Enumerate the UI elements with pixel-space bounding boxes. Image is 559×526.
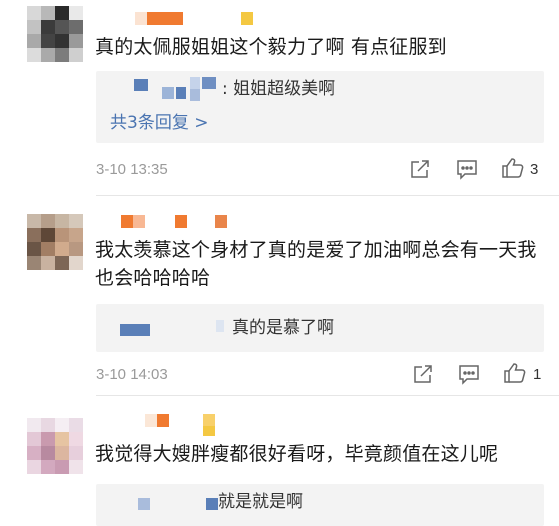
username[interactable] bbox=[95, 215, 275, 229]
share-button[interactable] bbox=[408, 158, 432, 180]
username[interactable] bbox=[95, 12, 275, 26]
share-icon bbox=[414, 365, 432, 383]
reply-text: : 姐姐超级美啊 bbox=[222, 79, 336, 99]
comment-button[interactable] bbox=[457, 363, 481, 385]
comment-text: 我太羡慕这个身材了真的是爱了加油啊总会有一天我也会哈哈哈哈 bbox=[95, 239, 537, 289]
like-button[interactable] bbox=[503, 362, 527, 384]
reply-box[interactable]: 真的是慕了啊 bbox=[96, 304, 544, 352]
thumbs-up-icon bbox=[502, 158, 524, 178]
avatar[interactable] bbox=[27, 6, 83, 62]
reply-username[interactable] bbox=[96, 304, 226, 352]
comment-button[interactable] bbox=[455, 158, 479, 180]
timestamp: 3-10 13:35 bbox=[96, 161, 168, 178]
thumbs-up-icon bbox=[504, 363, 526, 383]
reply-box[interactable]: : 姐姐超级美啊 共3条回复 > bbox=[96, 71, 544, 143]
reply-username[interactable] bbox=[96, 71, 236, 101]
comment-item: 我太羡慕这个身材了真的是爱了加油啊总会有一天我也会哈哈哈哈 真的是慕了啊 3-1… bbox=[0, 196, 559, 396]
reply-text: 真的是慕了啊 bbox=[232, 318, 334, 338]
username[interactable] bbox=[95, 414, 225, 436]
share-button[interactable] bbox=[411, 363, 435, 385]
timestamp: 3-10 14:03 bbox=[96, 366, 168, 383]
comment-text: 我觉得大嫂胖瘦都很好看呀，毕竟颜值在这儿呢 bbox=[95, 443, 499, 465]
comment-item: 我觉得大嫂胖瘦都很好看呀，毕竟颜值在这儿呢 就是就是啊 bbox=[0, 396, 559, 526]
comment-icon bbox=[459, 365, 479, 385]
reply-text: 就是就是啊 bbox=[218, 492, 303, 512]
comment-icon bbox=[457, 160, 477, 180]
reply-username[interactable] bbox=[96, 484, 220, 526]
like-count: 3 bbox=[530, 161, 539, 178]
comment-item: 真的太佩服姐姐这个毅力了啊 有点征服到 : 姐姐超级美啊 共3条回复 > 3-1… bbox=[0, 0, 559, 196]
avatar[interactable] bbox=[27, 418, 83, 474]
share-icon bbox=[411, 160, 429, 178]
more-replies-link[interactable]: 共3条回复 > bbox=[110, 111, 208, 135]
like-button[interactable] bbox=[501, 157, 525, 179]
like-count: 1 bbox=[533, 366, 542, 383]
comment-text: 真的太佩服姐姐这个毅力了啊 有点征服到 bbox=[95, 36, 447, 58]
avatar[interactable] bbox=[27, 214, 83, 270]
reply-box[interactable]: 就是就是啊 bbox=[96, 484, 544, 526]
